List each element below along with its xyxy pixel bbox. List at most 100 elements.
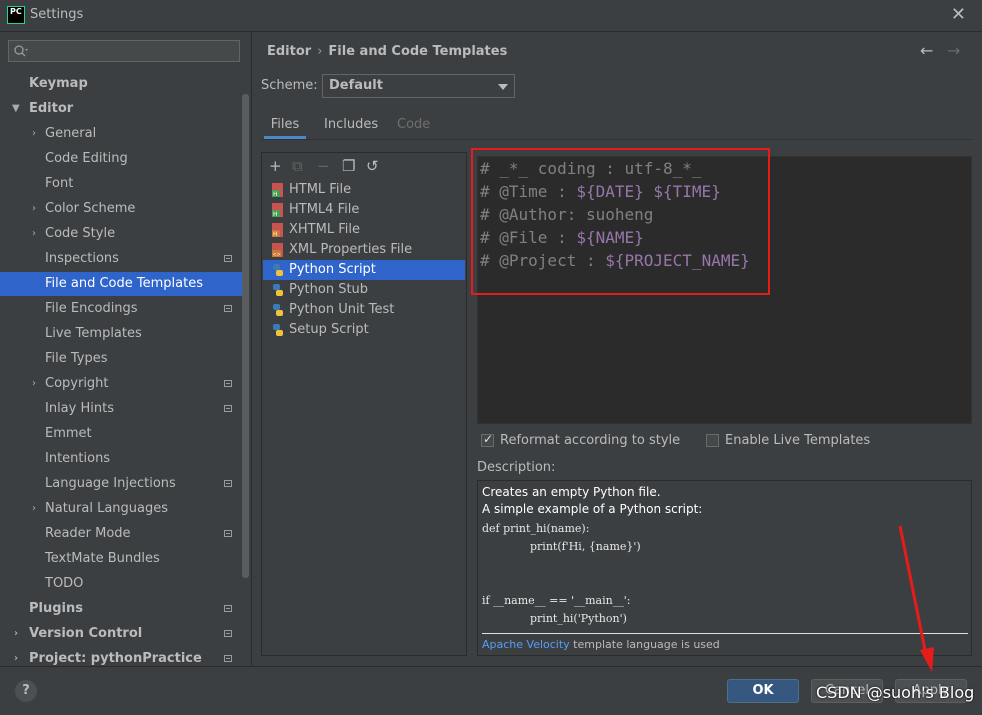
template-item-xhtml-file[interactable]: H XHTML File [263,220,465,240]
sidebar-item-project[interactable]: › Project: pythonPractice [0,647,251,666]
sidebar-item-label: TODO [45,576,84,591]
sidebar-item-label: Emmet [45,426,92,441]
settings-search-input[interactable] [8,40,240,62]
duplicate-icon[interactable]: ❐ [342,158,355,174]
csdn-watermark: CSDN @suoh's Blog [816,683,975,702]
sidebar-item-label: Copyright [45,376,109,391]
sidebar-item-color-scheme[interactable]: › Color Scheme [0,197,251,221]
footer-text: template language is used [569,638,720,651]
sidebar-item-inspections[interactable]: Inspections [0,247,251,271]
sidebar-item-reader-mode[interactable]: Reader Mode [0,522,251,546]
tab-files[interactable]: Files [264,113,306,139]
sidebar-item-label: Code Style [45,226,116,241]
scheme-dropdown[interactable]: Default [322,74,515,98]
pycharm-logo-icon: PC [7,6,25,24]
sidebar-item-label: Inlay Hints [45,401,114,416]
sidebar-item-code-style[interactable]: › Code Style [0,222,251,246]
chevron-down-icon[interactable]: ▼ [12,97,20,121]
chevron-right-icon[interactable]: › [32,372,36,396]
sidebar-scrollbar[interactable] [242,94,249,578]
sidebar-item-label: Font [45,176,74,191]
project-level-icon [224,655,232,662]
sidebar-item-intentions[interactable]: Intentions [0,447,251,471]
template-name: Python Script [289,262,376,277]
tab-code[interactable]: Code [397,113,430,139]
template-item-html4-file[interactable]: H HTML4 File [263,200,465,220]
project-level-icon [224,530,232,537]
chevron-right-icon[interactable]: › [32,122,36,146]
template-name: XML Properties File [289,242,413,257]
copy-child-icon[interactable]: ⧉ [292,158,303,174]
close-icon[interactable]: ✕ [951,4,966,25]
sidebar-item-emmet[interactable]: Emmet [0,422,251,446]
sidebar-item-code-editing[interactable]: Code Editing [0,147,251,171]
template-item-html-file[interactable]: H HTML File [263,180,465,200]
chevron-right-icon[interactable]: › [32,197,36,221]
sidebar-item-label: File Types [45,351,108,366]
xhtml-file-icon: H [272,223,283,237]
sidebar-item-editor[interactable]: ▼ Editor [0,97,251,121]
sidebar-item-label: General [45,126,97,141]
sidebar-item-font[interactable]: Font [0,172,251,196]
svg-text:<>: <> [273,252,281,257]
svg-text:H: H [273,191,278,197]
sidebar-item-label: File Encodings [45,301,138,316]
template-item-python-script[interactable]: Python Script [263,260,465,280]
python-file-icon [273,264,283,276]
python-file-icon [273,304,283,316]
project-level-icon [224,380,232,387]
template-name: Setup Script [289,322,369,337]
sidebar-item-natural-languages[interactable]: › Natural Languages [0,497,251,521]
red-arrow-annotation-icon [898,525,934,672]
template-name: Python Stub [289,282,369,297]
xml-file-icon: <> [272,243,283,257]
main-panel: Editor › File and Code Templates ← → Schem… [252,32,982,666]
scheme-label: Scheme: [261,78,318,93]
template-item-xml-properties-file[interactable]: <> XML Properties File [263,240,465,260]
add-icon[interactable]: + [269,158,282,174]
chevron-right-icon[interactable]: › [32,222,36,246]
description-text: A simple example of a Python script: [482,502,703,516]
svg-text:H: H [273,231,278,237]
sidebar-item-label: TextMate Bundles [45,551,160,566]
back-arrow-icon[interactable]: ← [920,41,933,60]
sidebar-item-inlay-hints[interactable]: Inlay Hints [0,397,251,421]
sidebar-item-general[interactable]: › General [0,122,251,146]
tab-includes[interactable]: Includes [324,113,378,139]
sidebar-item-plugins[interactable]: Plugins [0,597,251,621]
template-item-setup-script[interactable]: Setup Script [263,320,465,340]
sidebar-item-todo[interactable]: TODO [0,572,251,596]
chevron-right-icon[interactable]: › [14,647,18,666]
remove-icon[interactable]: − [317,158,330,174]
breadcrumb-current: File and Code Templates [328,44,508,59]
project-level-icon [224,405,232,412]
template-item-python-stub[interactable]: Python Stub [263,280,465,300]
sidebar-item-label: Color Scheme [45,201,136,216]
sidebar-item-version-control[interactable]: › Version Control [0,622,251,646]
forward-arrow-icon[interactable]: → [947,41,960,60]
sidebar-item-file-encodings[interactable]: File Encodings [0,297,251,321]
description-footer: Apache Velocity template language is use… [482,638,720,651]
sidebar-item-live-templates[interactable]: Live Templates [0,322,251,346]
sidebar-item-textmate-bundles[interactable]: TextMate Bundles [0,547,251,571]
sidebar-item-file-types[interactable]: File Types [0,347,251,371]
window-title: Settings [30,7,84,22]
apache-velocity-link[interactable]: Apache Velocity [482,638,570,651]
sidebar-item-label: Keymap [29,76,88,91]
python-file-icon [273,284,283,296]
checkbox-checked-icon [481,432,494,447]
ok-button[interactable]: OK [727,679,799,703]
template-item-python-unit-test[interactable]: Python Unit Test [263,300,465,320]
sidebar-item-keymap[interactable]: Keymap [0,72,251,96]
highlight-annotation-box [471,148,770,295]
sidebar-item-file-and-code-templates[interactable]: File and Code Templates [0,272,249,296]
reset-icon[interactable]: ↺ [366,158,379,174]
sidebar-item-copyright[interactable]: › Copyright [0,372,251,396]
project-level-icon [224,255,232,262]
chevron-right-icon[interactable]: › [14,622,18,646]
sidebar-item-language-injections[interactable]: Language Injections [0,472,251,496]
chevron-right-icon[interactable]: › [32,497,36,521]
scheme-value: Default [329,78,383,93]
breadcrumb-parent[interactable]: Editor [267,44,311,59]
help-icon[interactable]: ? [15,680,37,702]
